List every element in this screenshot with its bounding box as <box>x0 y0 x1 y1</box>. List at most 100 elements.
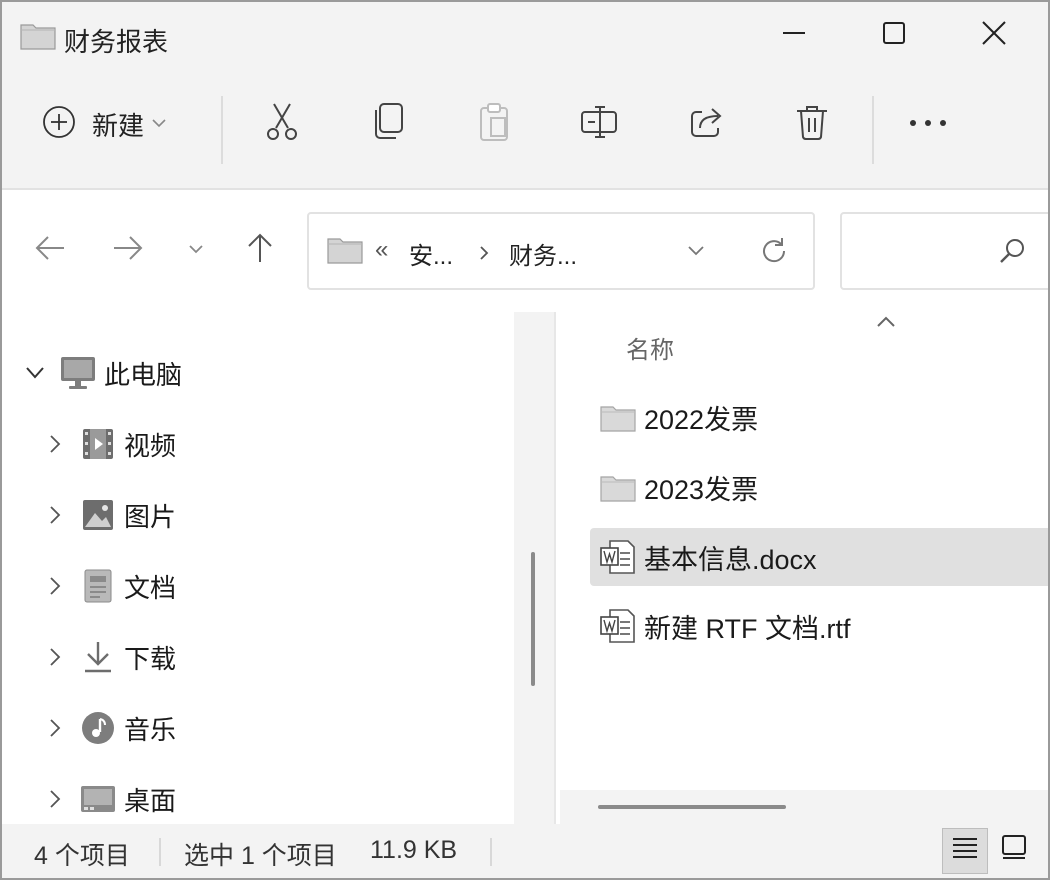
tree-item-music[interactable]: 音乐 <box>40 701 176 755</box>
chevron-down-icon <box>152 115 166 133</box>
tree-item-downloads[interactable]: 下载 <box>40 630 176 684</box>
delete-icon <box>795 103 829 146</box>
file-list-pane: 名称 2022发票 2023发票 基本信息.docx 新建 RTF 文档.rtf <box>556 312 1048 824</box>
scrollbar-thumb[interactable] <box>598 805 786 809</box>
file-row-selected[interactable]: 基本信息.docx <box>590 528 1048 586</box>
cut-button[interactable] <box>254 94 310 154</box>
chevron-right-icon[interactable] <box>40 718 70 738</box>
details-view-icon <box>951 835 979 868</box>
breadcrumb-item[interactable]: 财务... <box>509 236 577 271</box>
refresh-icon[interactable] <box>759 236 789 271</box>
arrow-up-icon <box>246 232 274 269</box>
music-icon <box>78 708 118 748</box>
status-size: 11.9 KB <box>370 836 458 864</box>
file-name: 2023发票 <box>644 474 759 505</box>
file-row-document[interactable]: 新建 RTF 文档.rtf <box>590 597 1048 655</box>
up-button[interactable] <box>238 228 282 272</box>
new-button[interactable]: 新建 <box>42 94 192 154</box>
tree-item-label: 桌面 <box>124 785 177 816</box>
status-separator <box>490 838 492 866</box>
downloads-icon <box>78 637 118 677</box>
chevron-down-icon[interactable] <box>20 366 50 380</box>
tree-item-label: 音乐 <box>124 714 177 745</box>
delete-button[interactable] <box>784 94 840 154</box>
column-header-name[interactable]: 名称 <box>626 330 674 365</box>
new-button-label: 新建 <box>92 110 145 141</box>
command-bar: 新建 <box>2 72 1048 190</box>
rename-button[interactable] <box>572 94 628 154</box>
chevron-right-icon[interactable] <box>40 434 70 454</box>
large-icons-view-button[interactable] <box>992 828 1036 872</box>
share-button[interactable] <box>678 94 734 154</box>
large-icons-view-icon <box>1000 834 1028 867</box>
close-icon <box>981 20 1007 51</box>
copy-icon <box>371 102 405 147</box>
sort-ascending-icon[interactable] <box>874 314 898 335</box>
tree-item-label: 视频 <box>124 430 177 461</box>
chevron-down-icon[interactable] <box>687 244 705 262</box>
details-view-button[interactable] <box>942 828 988 874</box>
tree-item-this-pc[interactable]: 此电脑 <box>20 346 182 400</box>
chevron-right-icon[interactable] <box>40 576 70 596</box>
file-row-folder[interactable]: 2022发票 <box>590 388 1048 446</box>
tree-item-label: 下载 <box>124 643 177 674</box>
cut-icon <box>264 102 300 147</box>
documents-icon <box>78 566 118 606</box>
separator <box>872 96 874 164</box>
tree-item-label: 此电脑 <box>104 359 183 390</box>
pictures-icon <box>78 495 118 535</box>
paste-icon <box>477 102 511 147</box>
minimize-icon <box>781 20 807 51</box>
folder-icon <box>327 234 363 269</box>
search-box[interactable] <box>840 212 1048 290</box>
tree-item-label: 文档 <box>124 572 177 603</box>
scrollbar-thumb[interactable] <box>531 552 535 686</box>
paste-button[interactable] <box>466 94 522 154</box>
plus-circle-icon <box>42 105 76 144</box>
breadcrumb-overflow[interactable]: « <box>375 236 388 264</box>
file-name: 基本信息.docx <box>644 544 817 575</box>
file-explorer-window: 财务报表 新建 « 安... 财务... 此电脑 视频 图片 文档 下载 音乐 … <box>0 0 1050 880</box>
navigation-row: « 安... 财务... <box>2 190 1048 310</box>
minimize-button[interactable] <box>764 12 824 58</box>
folder-icon <box>598 467 638 507</box>
videos-icon <box>78 424 118 464</box>
chevron-right-icon[interactable] <box>40 505 70 525</box>
recent-locations-button[interactable] <box>174 228 218 272</box>
copy-button[interactable] <box>360 94 416 154</box>
chevron-down-icon <box>189 241 203 259</box>
file-list-horizontal-scrollbar[interactable] <box>560 790 1048 824</box>
navigation-pane: 此电脑 视频 图片 文档 下载 音乐 桌面 <box>2 312 514 824</box>
more-options-button[interactable] <box>898 94 958 154</box>
back-button[interactable] <box>28 228 72 272</box>
tree-item-documents[interactable]: 文档 <box>40 559 176 613</box>
status-item-count: 4 个项目 <box>34 842 130 870</box>
file-name: 2022发票 <box>644 404 759 435</box>
word-document-icon <box>598 606 638 646</box>
tree-item-pictures[interactable]: 图片 <box>40 488 176 542</box>
breadcrumb-item[interactable]: 安... <box>409 236 453 271</box>
word-document-icon <box>598 537 638 577</box>
rename-icon <box>580 104 620 145</box>
address-bar[interactable]: « 安... 财务... <box>307 212 815 290</box>
more-icon <box>908 115 948 133</box>
tree-item-desktop[interactable]: 桌面 <box>40 772 176 826</box>
search-input[interactable] <box>852 228 986 270</box>
status-separator <box>159 838 161 866</box>
share-icon <box>688 104 724 145</box>
forward-button[interactable] <box>106 228 150 272</box>
tree-item-videos[interactable]: 视频 <box>40 417 176 471</box>
maximize-button[interactable] <box>864 12 924 58</box>
desktop-icon <box>78 779 118 819</box>
window-title: 财务报表 <box>64 27 169 57</box>
title-bar[interactable]: 财务报表 <box>2 2 1048 72</box>
status-selection: 选中 1 个项目 <box>184 842 337 870</box>
chevron-right-icon[interactable] <box>40 789 70 809</box>
close-button[interactable] <box>964 12 1024 58</box>
chevron-right-icon[interactable] <box>40 647 70 667</box>
folder-icon <box>20 20 56 55</box>
nav-pane-scrollbar[interactable] <box>514 312 556 824</box>
computer-icon <box>58 353 98 393</box>
search-icon[interactable] <box>998 236 1028 271</box>
file-row-folder[interactable]: 2023发票 <box>590 458 1048 516</box>
